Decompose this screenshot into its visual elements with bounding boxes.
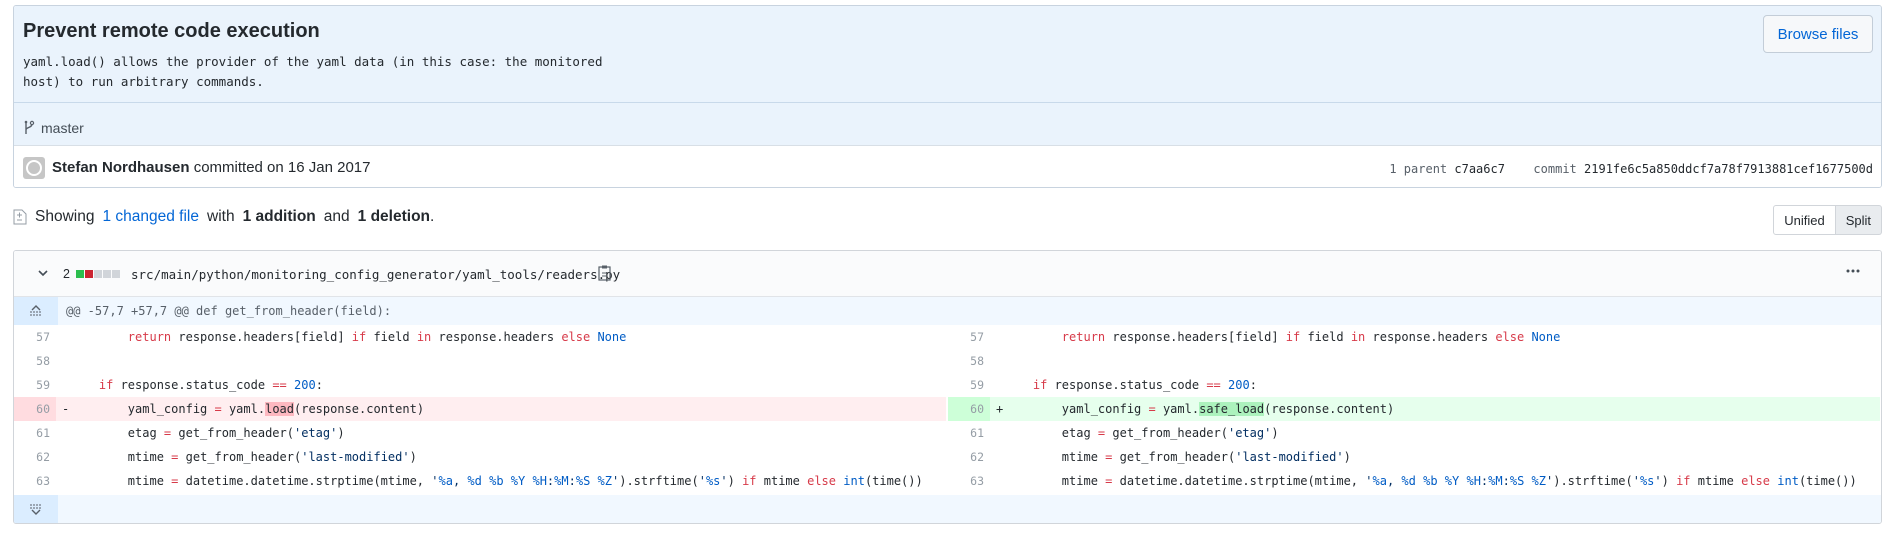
diff-line-left: 62 mtime = get_from_header('last-modifie…: [14, 445, 946, 469]
line-number[interactable]: 61: [14, 421, 56, 445]
diffstat: 2: [63, 267, 120, 281]
git-branch-icon: [23, 120, 35, 136]
line-number[interactable]: 62: [948, 445, 990, 469]
diff-row: 62 mtime = get_from_header('last-modifie…: [14, 445, 1881, 469]
line-number[interactable]: 63: [948, 469, 990, 493]
diff-line-left: 63 mtime = datetime.datetime.strptime(mt…: [14, 469, 946, 493]
diff-row: 61 etag = get_from_header('etag') 61 eta…: [14, 421, 1881, 445]
avatar[interactable]: [23, 157, 45, 179]
commit-header: Prevent remote code execution yaml.load(…: [14, 6, 1881, 145]
code-line: mtime = datetime.datetime.strptime(mtime…: [1004, 474, 1857, 488]
code-line: return response.headers[field] if field …: [127, 330, 627, 344]
diffstat-deleted-block: [84, 270, 93, 278]
unified-view-button[interactable]: Unified: [1773, 205, 1836, 235]
summary-period: .: [430, 208, 435, 225]
diff-line-right: 62 mtime = get_from_header('last-modifie…: [948, 445, 1880, 469]
diff-line-right: 61 etag = get_from_header('etag'): [948, 421, 1880, 445]
code-line: yaml_config = yaml.load(response.content…: [70, 402, 425, 416]
branch-name[interactable]: master: [41, 120, 84, 136]
expand-up-icon[interactable]: [14, 297, 58, 325]
line-number[interactable]: 58: [948, 349, 990, 373]
branch-indicator: master: [23, 120, 84, 136]
summary-with: with: [207, 208, 235, 225]
expand-down-icon[interactable]: [14, 495, 58, 523]
commit-ids: 1 parent c7aa6c7 commit 2191fe6c5a850ddc…: [1389, 162, 1873, 176]
view-toggle: Unified Split: [1773, 205, 1882, 235]
hunk-header: @@ -57,7 +57,7 @@ def get_from_header(fi…: [66, 304, 392, 318]
code-line: if response.status_code == 200:: [98, 378, 323, 392]
line-number[interactable]: 63: [14, 469, 56, 493]
clipboard-icon[interactable]: [597, 264, 613, 282]
diff-line-left: 57 return response.headers[field] if fie…: [14, 325, 946, 349]
change-count: 2: [63, 267, 70, 281]
summary-and: and: [323, 208, 350, 225]
diffstat-blocks: [75, 270, 120, 278]
diff-row: 58 58: [14, 349, 1881, 373]
file-path[interactable]: src/main/python/monitoring_config_genera…: [131, 267, 620, 282]
code-line: etag = get_from_header('etag'): [70, 426, 345, 440]
additions-count: 1 addition: [242, 208, 316, 225]
code-line: yaml_config = yaml.safe_load(response.co…: [1004, 402, 1395, 416]
diff-row-changed: 60 - yaml_config = yaml.load(response.co…: [14, 397, 1881, 421]
expand-row: [14, 495, 1881, 523]
diff-line-right: 58: [948, 349, 1880, 373]
diff-line-deleted: 60 - yaml_config = yaml.load(response.co…: [14, 397, 946, 421]
diff-row: 57 return response.headers[field] if fie…: [14, 325, 1881, 349]
diff-line-left: 61 etag = get_from_header('etag'): [14, 421, 946, 445]
line-number[interactable]: 57: [948, 325, 990, 349]
diff-line-right: 63 mtime = datetime.datetime.strptime(mt…: [948, 469, 1880, 493]
committed-date: committed on 16 Jan 2017: [193, 159, 371, 176]
line-number[interactable]: 59: [14, 373, 56, 397]
kebab-horizontal-icon[interactable]: [1845, 263, 1861, 284]
file-diff-icon: [13, 209, 27, 225]
diffstat-neutral-block: [102, 270, 111, 278]
divider: [14, 102, 1881, 103]
diffstat-neutral-block: [93, 270, 102, 278]
diff-row: 59 if response.status_code == 200: 59 if…: [14, 373, 1881, 397]
commit-sha: 2191fe6c5a850ddcf7a78f7913881cef1677500d: [1584, 162, 1873, 176]
split-view-button[interactable]: Split: [1835, 205, 1882, 235]
browse-files-button[interactable]: Browse files: [1763, 15, 1873, 53]
line-number[interactable]: 57: [14, 325, 56, 349]
line-number[interactable]: 60: [948, 397, 990, 421]
file-diff: 2 src/main/python/monitoring_config_gene…: [13, 250, 1882, 524]
diffstat-neutral-block: [111, 270, 120, 278]
code-line: if response.status_code == 200:: [1032, 378, 1257, 392]
code-line: mtime = datetime.datetime.strptime(mtime…: [70, 474, 923, 488]
line-number[interactable]: 58: [14, 349, 56, 373]
file-header: 2 src/main/python/monitoring_config_gene…: [14, 251, 1881, 297]
commit-label: commit: [1533, 162, 1577, 176]
deletions-count: 1 deletion: [357, 208, 431, 225]
line-number[interactable]: 60: [14, 397, 56, 421]
commit-meta-row: Stefan Nordhausen committed on 16 Jan 20…: [14, 145, 1881, 187]
diffstat-added-block: [75, 270, 84, 278]
code-line: mtime = get_from_header('last-modified'): [70, 450, 417, 464]
parent-label: 1 parent: [1389, 162, 1448, 176]
commit-box: Prevent remote code execution yaml.load(…: [13, 5, 1882, 188]
author-name[interactable]: Stefan Nordhausen: [52, 159, 190, 176]
diff-row: 63 mtime = datetime.datetime.strptime(mt…: [14, 469, 1881, 493]
line-number[interactable]: 61: [948, 421, 990, 445]
code-line: etag = get_from_header('etag'): [1004, 426, 1279, 440]
parent-sha-link[interactable]: c7aa6c7: [1454, 162, 1505, 176]
diff-line-right: 57 return response.headers[field] if fie…: [948, 325, 1880, 349]
diff-summary: Showing 1 changed file with 1 addition a…: [13, 208, 434, 226]
commit-description: yaml.load() allows the provider of the y…: [23, 54, 603, 89]
commit-title: Prevent remote code execution: [23, 20, 320, 42]
line-number[interactable]: 59: [948, 373, 990, 397]
line-number[interactable]: 62: [14, 445, 56, 469]
diff-line-added: 60 + yaml_config = yaml.safe_load(respon…: [948, 397, 1880, 421]
changed-files-link[interactable]: 1 changed file: [102, 208, 199, 226]
code-line: mtime = get_from_header('last-modified'): [1004, 450, 1351, 464]
commit-author-line: Stefan Nordhausen committed on 16 Jan 20…: [52, 159, 370, 176]
diff-line-left: 59 if response.status_code == 200:: [14, 373, 946, 397]
summary-prefix: Showing: [35, 208, 95, 225]
diff-line-left: 58: [14, 349, 946, 373]
hunk-header-row: @@ -57,7 +57,7 @@ def get_from_header(fi…: [14, 297, 1881, 325]
diff-line-right: 59 if response.status_code == 200:: [948, 373, 1880, 397]
code-line: return response.headers[field] if field …: [1061, 330, 1561, 344]
chevron-down-icon[interactable]: [36, 266, 50, 280]
